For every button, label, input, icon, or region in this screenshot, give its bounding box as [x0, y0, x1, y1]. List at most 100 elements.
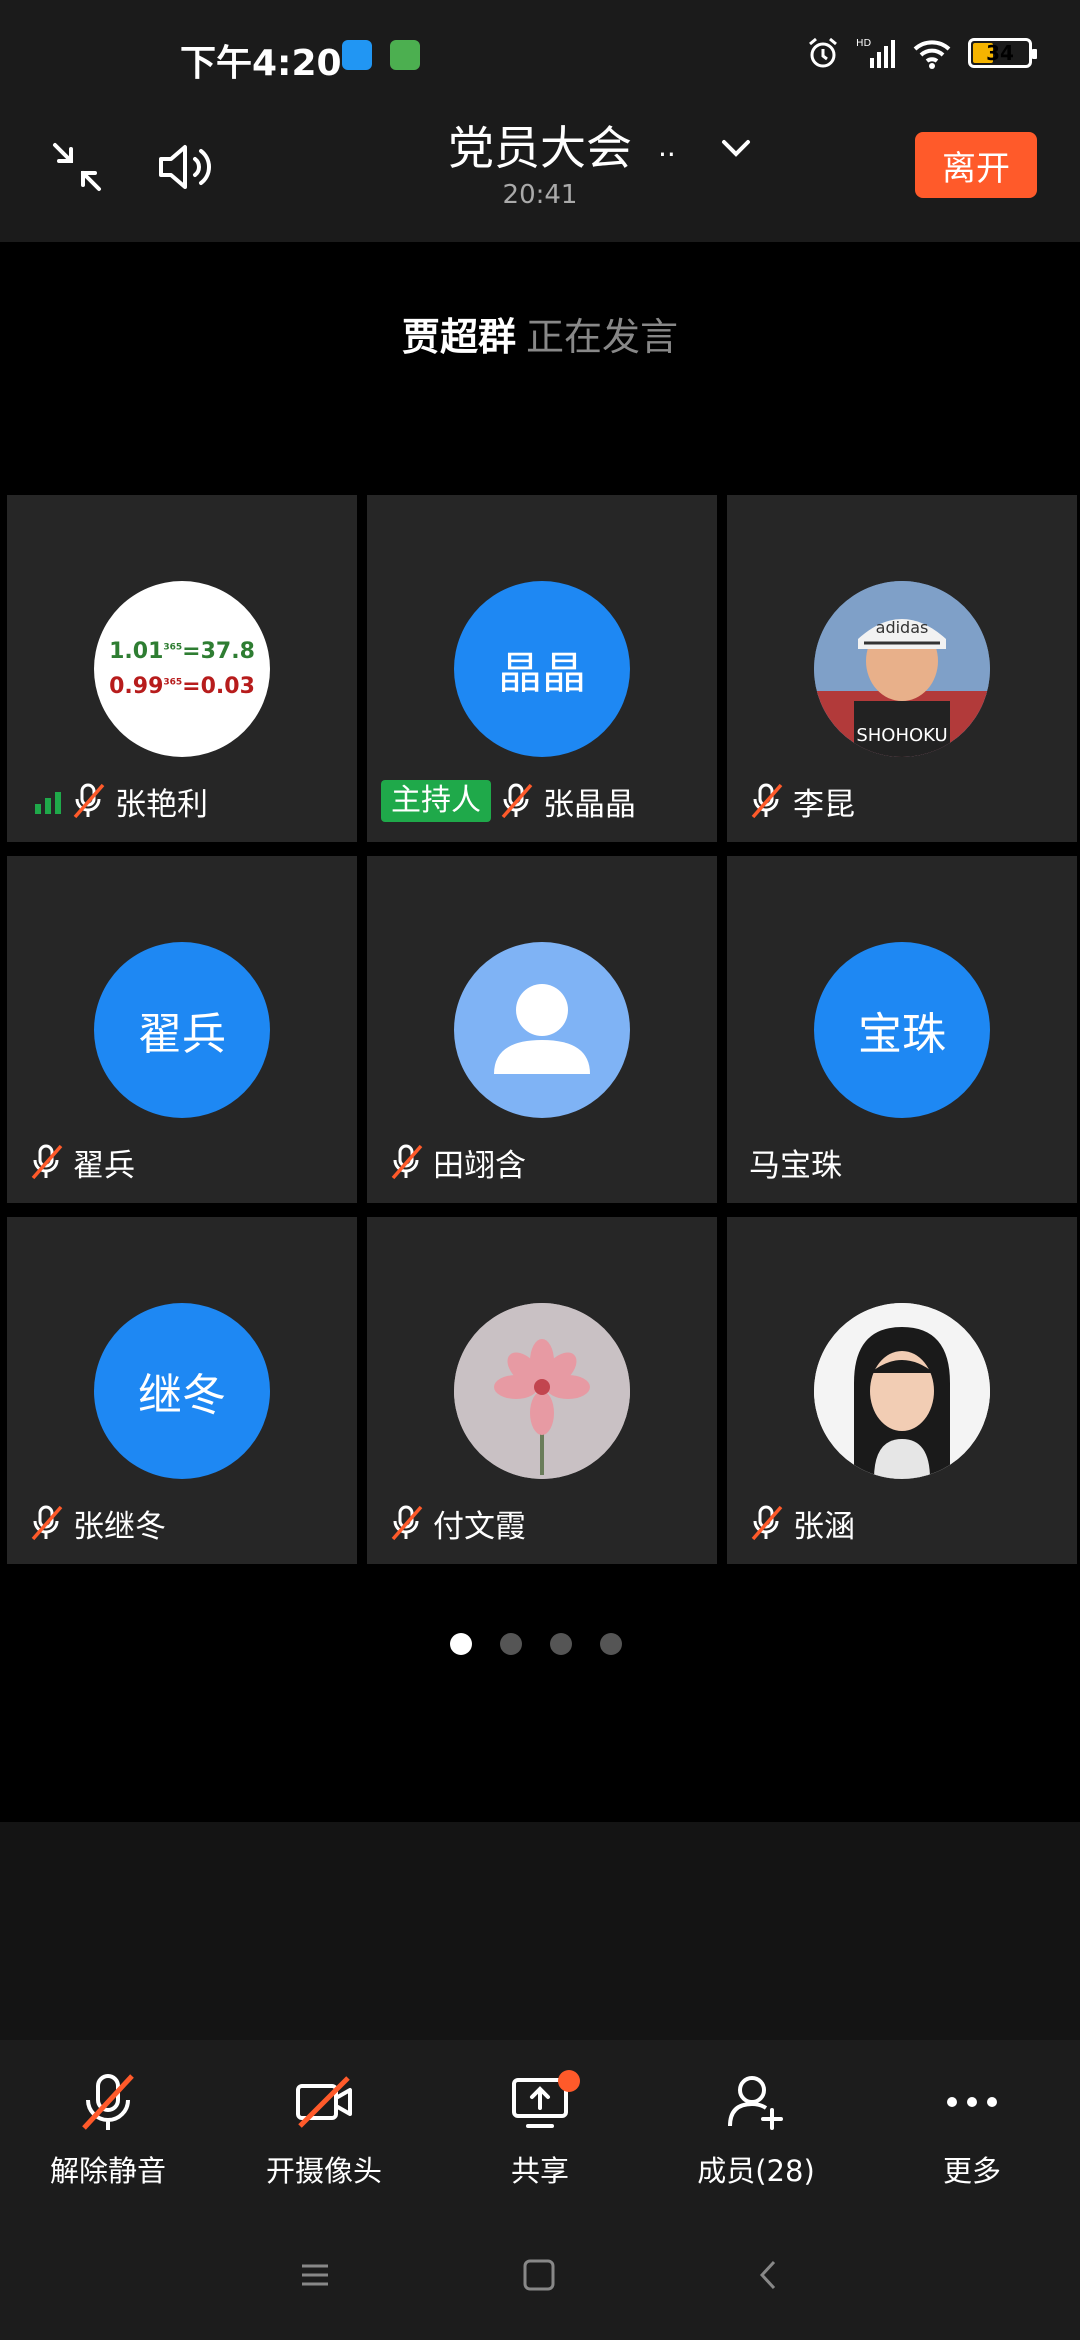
tile-footer: 张艳利 — [35, 779, 208, 823]
active-speaker: 贾超群 正在发言 — [0, 306, 1080, 361]
status-bar: 下午4:20 HD 34 — [0, 0, 1080, 112]
participant-name: 翟兵 — [73, 1147, 135, 1184]
home-square-icon — [523, 2259, 555, 2291]
avatar: 1.01365=37.8 0.99365=0.03 — [94, 581, 270, 757]
meeting-title[interactable]: 党员大会 — [448, 112, 632, 178]
page-dot[interactable] — [500, 1633, 522, 1655]
participant-grid: 1.01365=37.8 0.99365=0.03 张艳利 晶晶 主持人 张晶晶 — [7, 495, 1077, 1564]
tile-footer: 付文霞 — [389, 1501, 526, 1545]
menu-icon — [302, 2264, 328, 2286]
status-indicators: HD 34 — [806, 36, 1037, 70]
more-icon — [947, 2097, 997, 2107]
participant-name: 张继冬 — [73, 1508, 166, 1545]
mic-muted-icon — [31, 1505, 63, 1541]
avatar: 翟兵 — [94, 942, 270, 1118]
more-label: 更多 — [942, 2154, 1001, 2188]
alarm-icon — [809, 37, 837, 68]
participant-name: 马宝珠 — [749, 1147, 842, 1184]
tile-footer: 田翊含 — [389, 1140, 526, 1184]
tile-footer: 张继冬 — [29, 1501, 166, 1545]
participant-name: 张涵 — [793, 1508, 855, 1545]
mic-muted-icon — [751, 783, 783, 819]
svg-text:adidas: adidas — [876, 618, 929, 637]
avatar — [814, 1303, 990, 1479]
chevron-down-icon — [722, 140, 750, 157]
mic-muted-icon — [31, 1144, 63, 1180]
tile-footer: 张涵 — [749, 1501, 855, 1545]
share-label: 共享 — [510, 2154, 569, 2188]
speaker-status: 正在发言 — [526, 315, 679, 359]
cellular-signal-icon: HD — [856, 38, 895, 68]
mic-muted-icon — [391, 1505, 423, 1541]
app-notification-icon — [342, 40, 372, 70]
unmute-button[interactable]: 解除静音 — [8, 2070, 208, 2190]
home-button[interactable] — [522, 2258, 556, 2296]
unmute-label: 解除静音 — [49, 2154, 166, 2188]
members-button[interactable]: 成员(28) — [656, 2070, 856, 2190]
meeting-toolbar: 解除静音 开摄像头 共享 成员(28) 更多 — [0, 2040, 1080, 2220]
participant-tile[interactable]: 张涵 — [727, 1217, 1077, 1564]
back-icon — [759, 2260, 776, 2290]
mic-muted-icon — [751, 1505, 783, 1541]
leave-button[interactable]: 离开 — [915, 132, 1037, 198]
meeting-header: 党员大会 .. 20:41 离开 — [0, 112, 1080, 242]
participant-tile[interactable]: 付文霞 — [367, 1217, 717, 1564]
share-button[interactable]: 共享 — [440, 2070, 640, 2190]
participant-tile[interactable]: adidas SHOHOKU 李昆 — [727, 495, 1077, 842]
title-ellipsis: .. — [658, 130, 676, 163]
participant-tile[interactable]: 1.01365=37.8 0.99365=0.03 张艳利 — [7, 495, 357, 842]
camera-button[interactable]: 开摄像头 — [224, 2070, 424, 2190]
page-indicator[interactable] — [450, 1633, 622, 1655]
svg-text:SHOHOKU: SHOHOKU — [856, 725, 947, 746]
participant-tile[interactable]: 翟兵 翟兵 — [7, 856, 357, 1203]
signal-strength-icon — [35, 792, 61, 814]
battery-icon: 34 — [968, 38, 1037, 68]
avatar: adidas SHOHOKU — [814, 581, 990, 757]
back-button[interactable] — [752, 2258, 786, 2296]
speaker-name: 贾超群 — [401, 315, 516, 359]
system-navigation-bar — [0, 2220, 1080, 2340]
avatar: 宝珠 — [814, 942, 990, 1118]
svg-text:HD: HD — [856, 38, 872, 49]
mic-muted-icon — [391, 1144, 423, 1180]
anime-avatar-image: adidas SHOHOKU — [814, 581, 990, 757]
page-dot[interactable] — [550, 1633, 572, 1655]
android-notification-icon — [390, 40, 420, 70]
add-member-icon — [728, 2076, 783, 2130]
participant-name: 田翊含 — [433, 1147, 526, 1184]
notification-dot — [558, 2070, 580, 2092]
portrait-avatar-image — [814, 1303, 990, 1479]
avatar — [454, 942, 630, 1118]
participant-tile[interactable]: 继冬 张继冬 — [7, 1217, 357, 1564]
mic-muted-icon — [82, 2074, 134, 2130]
tile-footer: 李昆 — [749, 779, 855, 823]
camera-off-icon — [296, 2076, 352, 2128]
wifi-icon — [913, 40, 951, 69]
participant-name: 付文霞 — [433, 1508, 526, 1545]
mic-muted-icon — [501, 783, 533, 819]
tile-footer: 翟兵 — [29, 1140, 135, 1184]
flower-avatar-image — [454, 1303, 630, 1479]
participant-tile[interactable]: 晶晶 主持人 张晶晶 — [367, 495, 717, 842]
camera-label: 开摄像头 — [265, 2154, 382, 2188]
battery-level: 34 — [986, 41, 1014, 65]
participant-name: 张艳利 — [115, 786, 208, 823]
members-label: 成员(28) — [697, 2154, 815, 2188]
avatar: 继冬 — [94, 1303, 270, 1479]
status-time: 下午4:20 — [180, 43, 342, 84]
participant-tile[interactable]: 田翊含 — [367, 856, 717, 1203]
host-badge: 主持人 — [381, 780, 491, 822]
content-spacer — [0, 1822, 1080, 2040]
tile-footer: 马宝珠 — [749, 1140, 842, 1184]
default-user-icon — [494, 984, 590, 1074]
recent-apps-button[interactable] — [298, 2258, 332, 2296]
tile-footer: 主持人 张晶晶 — [381, 779, 636, 823]
page-dot-active[interactable] — [450, 1633, 472, 1655]
meeting-info-toggle[interactable] — [718, 130, 754, 170]
page-dot[interactable] — [600, 1633, 622, 1655]
participant-name: 张晶晶 — [543, 786, 636, 823]
more-button[interactable]: 更多 — [872, 2070, 1072, 2190]
mic-muted-icon — [73, 783, 105, 819]
participant-tile[interactable]: 宝珠 马宝珠 — [727, 856, 1077, 1203]
avatar: 晶晶 — [454, 581, 630, 757]
